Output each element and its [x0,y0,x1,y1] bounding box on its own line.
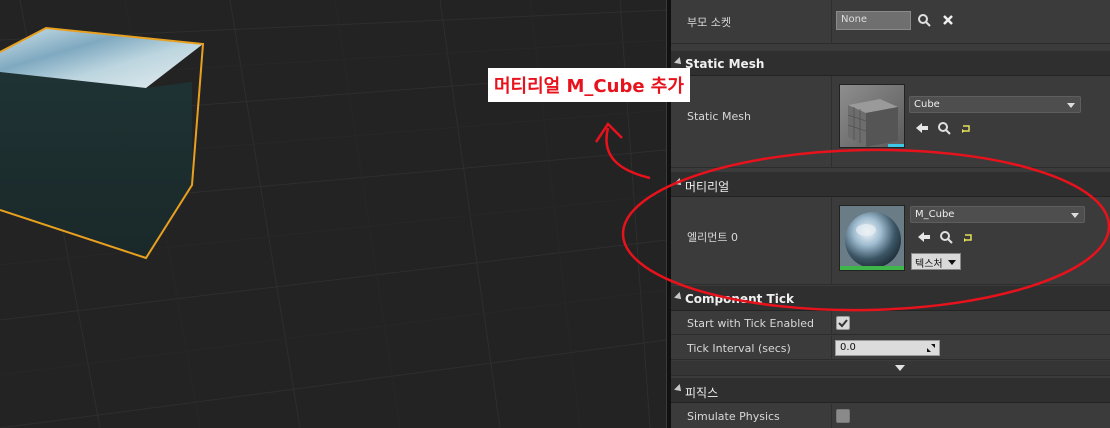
category-physics-label: 피직스 [685,386,719,400]
details-panel: 부모 소켓 None Static Mesh Static Mesh Cube … [671,0,1110,428]
dropdown-arrow-icon [948,260,956,265]
simulate-physics-label: Simulate Physics [687,410,780,423]
level-viewport[interactable] [0,0,666,428]
dropdown-arrow-icon [1071,213,1079,218]
browse-icon[interactable] [937,121,951,135]
viewport-scene [0,0,666,428]
start-with-tick-row: Start with Tick Enabled [671,311,1110,335]
category-material-label: 머티리얼 [685,180,730,194]
reset-icon[interactable] [961,230,975,244]
use-selected-arrow-icon[interactable] [917,230,931,244]
check-icon [838,319,848,328]
advanced-expander[interactable] [671,361,1110,376]
dropdown-arrow-icon [1067,103,1075,108]
material-thumbnail[interactable] [839,205,905,271]
reset-icon[interactable] [959,121,973,135]
tick-interval-row: Tick Interval (secs) 0.0 [671,336,1110,360]
static-mesh-value: Cube [914,99,940,110]
texture-dropdown-button[interactable]: 텍스처 [911,253,961,270]
parent-socket-label: 부모 소켓 [687,16,731,29]
material-element-row: 엘리먼트 0 M_Cube 텍스처 [671,197,1110,285]
clear-icon[interactable] [941,13,955,27]
expand-arrow-icon [674,384,684,394]
annotation-label: 머티리얼 M_Cube 추가 [488,68,690,102]
category-component-tick[interactable]: Component Tick [671,286,1110,311]
material-combo[interactable]: M_Cube [910,206,1085,223]
static-mesh-combo[interactable]: Cube [909,96,1081,113]
simulate-physics-row: Simulate Physics [671,404,1110,428]
category-component-tick-label: Component Tick [685,292,794,306]
expand-arrow-icon [895,365,905,371]
expand-arrow-icon [674,57,684,67]
simulate-physics-checkbox[interactable] [836,409,850,423]
static-mesh-row: Static Mesh Cube [671,76,1110,168]
material-value: M_Cube [915,209,955,220]
use-selected-arrow-icon[interactable] [915,121,929,135]
category-material[interactable]: 머티리얼 [671,172,1110,197]
start-with-tick-checkbox[interactable] [836,316,850,330]
parent-socket-row: 부모 소켓 None [671,0,1110,44]
drag-handle-icon[interactable] [926,343,936,353]
tick-interval-label: Tick Interval (secs) [687,342,791,355]
category-physics[interactable]: 피직스 [671,378,1110,403]
static-mesh-label: Static Mesh [687,110,751,123]
static-mesh-thumbnail[interactable] [839,84,905,148]
start-with-tick-label: Start with Tick Enabled [687,317,815,330]
category-static-mesh[interactable]: Static Mesh [671,51,1110,76]
category-static-mesh-label: Static Mesh [685,57,765,71]
expand-arrow-icon [674,178,684,188]
search-icon[interactable] [917,13,931,27]
texture-button-label: 텍스처 [915,259,943,270]
browse-icon[interactable] [939,230,953,244]
parent-socket-input[interactable]: None [836,11,911,30]
tick-interval-value: 0.0 [840,342,856,353]
expand-arrow-icon [674,292,684,302]
tick-interval-input[interactable]: 0.0 [835,340,940,356]
element0-label: 엘리먼트 0 [687,231,738,244]
